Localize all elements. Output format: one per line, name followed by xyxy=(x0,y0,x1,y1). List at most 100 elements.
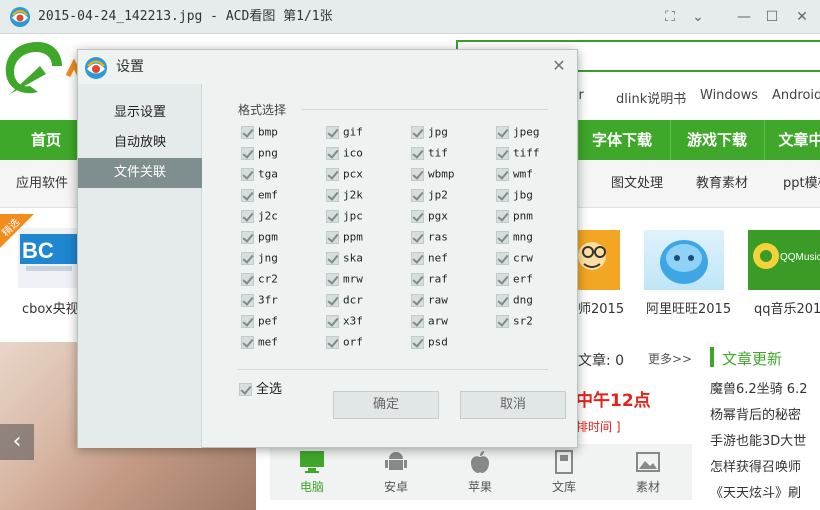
app-tile[interactable] xyxy=(578,230,620,290)
format-checkbox-jp2[interactable]: jp2 xyxy=(411,188,448,204)
format-checkbox-jpc[interactable]: jpc xyxy=(326,209,363,225)
news-item[interactable]: 魔兽6.2坐骑 6.2 xyxy=(710,378,807,397)
format-checkbox-ico[interactable]: ico xyxy=(326,146,363,162)
tab-apple[interactable]: 苹果 xyxy=(450,450,510,495)
cancel-button[interactable]: 取消 xyxy=(460,391,566,419)
format-checkbox-tif[interactable]: tif xyxy=(411,146,448,162)
select-all-checkbox[interactable]: 全选 xyxy=(239,378,282,397)
format-checkbox-nef[interactable]: nef xyxy=(411,251,448,267)
tab-label: 安卓 xyxy=(383,480,408,494)
format-checkbox-gif[interactable]: gif xyxy=(326,125,363,141)
format-checkbox-emf[interactable]: emf xyxy=(241,188,278,204)
format-checkbox-3fr[interactable]: 3fr xyxy=(241,293,278,309)
app-tile-cbox[interactable]: BC 精选 xyxy=(0,214,78,292)
news-item[interactable]: 怎样获得召唤师 xyxy=(710,456,801,475)
format-checkbox-mrw[interactable]: mrw xyxy=(326,272,363,288)
checkbox-icon xyxy=(411,125,424,139)
format-checkbox-pnm[interactable]: pnm xyxy=(496,209,533,225)
app-tile-aliwangwang[interactable] xyxy=(644,230,724,290)
format-checkbox-bmp[interactable]: bmp xyxy=(241,125,278,141)
format-checkbox-png[interactable]: png xyxy=(241,146,278,162)
format-checkbox-ras[interactable]: ras xyxy=(411,230,448,246)
format-checkbox-x3f[interactable]: x3f xyxy=(326,314,363,330)
app-tile-qqmusic[interactable]: QQMusic xyxy=(748,230,820,290)
format-checkbox-orf[interactable]: orf xyxy=(326,335,363,351)
dialog-title-bar[interactable]: 设置 ✕ xyxy=(78,50,577,84)
ok-button[interactable]: 确定 xyxy=(333,391,439,419)
format-label: 3fr xyxy=(258,293,278,307)
tab-pc[interactable]: 电脑 xyxy=(282,450,342,495)
format-checkbox-sr2[interactable]: sr2 xyxy=(496,314,533,330)
checkbox-icon xyxy=(241,230,254,244)
format-group-label: 格式选择 xyxy=(238,103,287,117)
sidebar-item-file-association[interactable]: 文件关联 xyxy=(78,158,202,188)
format-checkbox-j2c[interactable]: j2c xyxy=(241,209,278,225)
acdsee-logo-icon xyxy=(10,7,30,27)
format-checkbox-pgm[interactable]: pgm xyxy=(241,230,278,246)
format-checkbox-arw[interactable]: arw xyxy=(411,314,448,330)
fullscreen-icon[interactable]: ⛶ xyxy=(659,6,681,28)
format-checkbox-raw[interactable]: raw xyxy=(411,293,448,309)
format-checkbox-pgx[interactable]: pgx xyxy=(411,209,448,225)
format-checkbox-dcr[interactable]: dcr xyxy=(326,293,363,309)
format-checkbox-wbmp[interactable]: wbmp xyxy=(411,167,455,183)
format-checkbox-jbg[interactable]: jbg xyxy=(496,188,533,204)
tile-label[interactable]: 师2015 xyxy=(578,298,624,317)
close-button[interactable]: ✕ xyxy=(791,6,813,28)
format-checkbox-ppm[interactable]: ppm xyxy=(326,230,363,246)
sidebar-item-slideshow[interactable]: 自动放映 xyxy=(78,128,202,158)
chevron-down-icon[interactable]: ⌄ xyxy=(687,6,709,28)
more-link[interactable]: 更多>> xyxy=(648,350,692,367)
headline-link[interactable]: 中午12点 xyxy=(576,386,651,411)
format-checkbox-jpg[interactable]: jpg xyxy=(411,125,448,141)
subnav-item[interactable]: 教育素材 xyxy=(696,160,748,208)
format-checkbox-j2k[interactable]: j2k xyxy=(326,188,363,204)
nav-articles[interactable]: 文章中 xyxy=(766,120,820,160)
format-checkbox-psd[interactable]: psd xyxy=(411,335,448,351)
top-link[interactable]: Android xyxy=(772,88,820,103)
checkbox-icon xyxy=(241,335,254,349)
news-item[interactable]: 手游也能3D大世 xyxy=(710,430,806,449)
news-item[interactable]: 杨幂背后的秘密 xyxy=(710,404,801,423)
format-checkbox-raf[interactable]: raf xyxy=(411,272,448,288)
format-checkbox-pef[interactable]: pef xyxy=(241,314,278,330)
top-link[interactable]: Windows xyxy=(700,88,758,103)
subnav-item[interactable]: ppt模板 xyxy=(783,160,820,208)
format-checkbox-jng[interactable]: jng xyxy=(241,251,278,267)
format-label: erf xyxy=(513,272,533,286)
settings-dialog: 设置 ✕ 显示设置 自动放映 文件关联 格式选择 bmp gif jpg jpeg pn… xyxy=(77,49,578,448)
format-checkbox-cr2[interactable]: cr2 xyxy=(241,272,278,288)
format-checkbox-mng[interactable]: mng xyxy=(496,230,533,246)
format-checkbox-jpeg[interactable]: jpeg xyxy=(496,125,540,141)
tile-label[interactable]: 阿里旺旺2015 xyxy=(646,298,731,317)
format-checkbox-dng[interactable]: dng xyxy=(496,293,533,309)
format-label: jp2 xyxy=(428,188,448,202)
nav-games[interactable]: 游戏下载 xyxy=(670,120,764,160)
format-checkbox-crw[interactable]: crw xyxy=(496,251,533,267)
top-link[interactable]: dlink说明书 xyxy=(616,88,686,107)
format-checkbox-tiff[interactable]: tiff xyxy=(496,146,540,162)
nav-fonts[interactable]: 字体下载 xyxy=(578,120,666,160)
format-checkbox-erf[interactable]: erf xyxy=(496,272,533,288)
format-checkbox-tga[interactable]: tga xyxy=(241,167,278,183)
format-label: orf xyxy=(343,335,363,349)
tab-library[interactable]: 文库 xyxy=(534,450,594,495)
news-item[interactable]: 《天天炫斗》刷 xyxy=(710,482,801,501)
tab-android[interactable]: 安卓 xyxy=(366,450,426,495)
chevron-left-icon[interactable]: ‹ xyxy=(0,424,34,460)
format-checkbox-pcx[interactable]: pcx xyxy=(326,167,363,183)
sidebar-item-display[interactable]: 显示设置 xyxy=(78,98,202,128)
tile-label[interactable]: qq音乐2015 xyxy=(754,298,820,317)
close-icon[interactable]: ✕ xyxy=(549,56,569,76)
format-checkbox-ska[interactable]: ska xyxy=(326,251,363,267)
minimize-button[interactable]: — xyxy=(733,6,755,28)
subnav-item[interactable]: 图文处理 xyxy=(611,160,663,208)
maximize-button[interactable]: ☐ xyxy=(761,6,783,28)
subnav-item[interactable]: 应用软件 xyxy=(16,160,68,208)
tab-materials[interactable]: 素材 xyxy=(618,450,678,495)
format-label: gif xyxy=(343,125,363,139)
format-checkbox-mef[interactable]: mef xyxy=(241,335,278,351)
checkbox-icon xyxy=(241,125,254,139)
tile-label[interactable]: cbox央视 xyxy=(22,298,79,317)
format-checkbox-wmf[interactable]: wmf xyxy=(496,167,533,183)
